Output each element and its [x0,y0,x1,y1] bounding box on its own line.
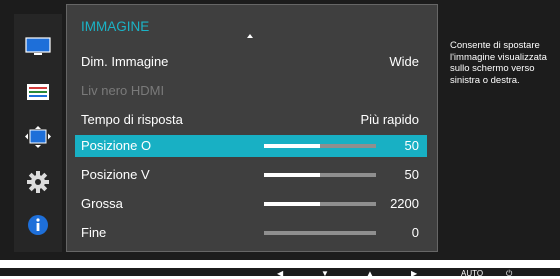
row-value: 50 [404,167,419,182]
menu-row-response-time[interactable]: Tempo di risposta Più rapido [75,109,427,131]
menu-row-v-position[interactable]: Posizione V 50 [75,164,427,186]
row-label: Posizione V [81,167,150,182]
row-value: 0 [411,225,419,240]
left-arrow-button[interactable]: ◀ [277,269,283,278]
fine-slider[interactable] [264,231,376,235]
info-icon[interactable] [20,210,56,240]
row-label: Posizione O [81,138,152,153]
row-value: 2200 [390,196,419,211]
slider-fill [264,173,320,177]
row-value: Più rapido [360,112,419,127]
menu-row-coarse[interactable]: Grossa 2200 [75,193,427,215]
row-label: Dim. Immagine [81,54,169,69]
osd-background: IMMAGINE Dim. Immagine Wide Liv nero HDM… [0,0,560,260]
menu-row-fine[interactable]: Fine 0 [75,222,427,244]
down-arrow-button[interactable]: ▼ [321,269,329,278]
row-value: 50 [404,138,419,153]
help-text: Consente di spostare l'immagine visualiz… [450,40,547,86]
row-value: Wide [389,54,419,69]
menu-row-hdmi-black-level: Liv nero HDMI [75,80,427,102]
row-label: Liv nero HDMI [81,83,165,98]
picture-settings-icon[interactable] [20,77,56,107]
h-position-slider[interactable] [264,144,376,148]
up-arrow-button[interactable]: ▲ [366,269,374,278]
right-arrow-button[interactable]: ▶ [411,269,417,278]
auto-button[interactable]: AUTO [461,269,483,278]
scroll-up-icon[interactable] [247,34,253,38]
coarse-slider[interactable] [264,202,376,206]
v-position-slider[interactable] [264,173,376,177]
slider-fill [264,144,320,148]
menu-row-image-size[interactable]: Dim. Immagine Wide [75,51,427,73]
menu-title: IMMAGINE [81,19,150,34]
picture-menu-panel: IMMAGINE Dim. Immagine Wide Liv nero HDM… [66,4,438,252]
slider-fill [264,202,320,206]
screen-move-icon[interactable] [20,122,56,152]
gear-icon[interactable] [20,167,56,197]
menu-row-h-position[interactable]: Posizione O 50 [75,135,427,157]
sidebar [14,14,62,252]
row-label: Tempo di risposta [81,112,183,127]
monitor-icon[interactable] [20,32,56,62]
row-label: Fine [81,225,107,240]
row-label: Grossa [81,196,123,211]
power-button[interactable]: ⏻ [506,269,512,279]
